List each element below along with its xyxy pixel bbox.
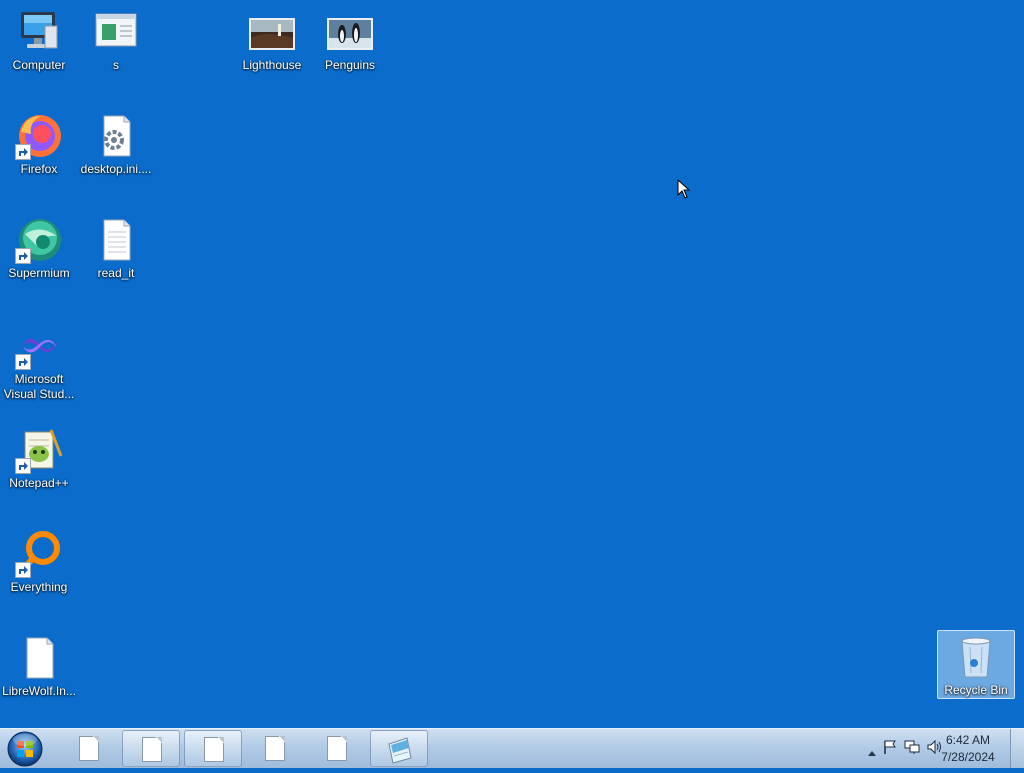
firefox-desktop-icon[interactable]: Firefox <box>1 112 77 177</box>
notepadpp-desktop-icon[interactable]: Notepad++ <box>1 426 77 491</box>
recycle-bin-icon <box>952 633 1000 681</box>
everything-label: Everything <box>10 580 68 594</box>
supermium-desktop-icon[interactable]: Supermium <box>1 216 77 281</box>
notepadpp-icon <box>15 426 63 474</box>
penguins-image-icon <box>326 8 374 56</box>
system-tray: 6:42 AM 7/28/2024 <box>834 729 1024 769</box>
lighthouse-image-icon <box>248 8 296 56</box>
shortcut-arrow-icon <box>15 562 31 578</box>
taskbar-button-document-2[interactable] <box>122 730 180 767</box>
read-it-desktop-icon[interactable]: read_it <box>78 216 154 281</box>
show-hidden-icons-arrow[interactable] <box>868 743 876 761</box>
s-label: s <box>113 58 119 72</box>
taskbar: 6:42 AM 7/28/2024 <box>0 728 1024 768</box>
desktop-ini-label: desktop.ini.... <box>80 162 152 176</box>
recycle-bin-desktop-icon[interactable]: Recycle Bin <box>937 630 1015 699</box>
clock-date: 7/28/2024 <box>941 750 995 764</box>
firefox-icon <box>15 112 63 160</box>
everything-search-icon <box>15 530 63 578</box>
computer-desktop-icon[interactable]: Computer <box>1 8 77 73</box>
shortcut-arrow-icon <box>15 458 31 474</box>
text-document-icon <box>79 736 99 761</box>
text-document-icon <box>204 737 224 762</box>
computer-icon <box>15 8 63 56</box>
network-icon[interactable] <box>904 739 920 760</box>
taskbar-button-document-5[interactable] <box>308 730 366 767</box>
computer-label: Computer <box>12 58 66 72</box>
text-document-icon <box>142 737 162 762</box>
taskbar-button-notepad[interactable] <box>370 730 428 767</box>
shortcut-arrow-icon <box>15 354 31 370</box>
visual-studio-label: Microsoft Visual Stud... <box>3 372 75 401</box>
action-center-flag-icon[interactable] <box>882 739 898 760</box>
taskbar-button-document-4[interactable] <box>246 730 304 767</box>
librewolf-label: LibreWolf.In... <box>2 684 76 698</box>
notepadpp-label: Notepad++ <box>9 476 69 490</box>
notepad-icon <box>385 736 415 769</box>
shortcut-arrow-icon <box>15 248 31 264</box>
librewolf-desktop-icon[interactable]: LibreWolf.In... <box>1 634 77 699</box>
firefox-label: Firefox <box>20 162 58 176</box>
penguins-label: Penguins <box>324 58 376 72</box>
mouse-cursor-icon <box>677 178 691 204</box>
recycle-bin-label: Recycle Bin <box>944 683 1008 697</box>
text-document-icon <box>92 216 140 264</box>
show-desktop-button[interactable] <box>1010 729 1024 768</box>
taskbar-button-document-1[interactable] <box>60 730 118 767</box>
text-document-icon <box>265 736 285 761</box>
desktop-ini-desktop-icon[interactable]: desktop.ini.... <box>78 112 154 177</box>
visual-studio-icon <box>15 322 63 370</box>
penguins-desktop-icon[interactable]: Penguins <box>312 8 388 73</box>
start-button[interactable] <box>5 730 45 768</box>
visual-studio-desktop-icon[interactable]: Microsoft Visual Stud... <box>1 322 77 402</box>
lighthouse-desktop-icon[interactable]: Lighthouse <box>234 8 310 73</box>
s-desktop-icon[interactable]: s <box>78 8 154 73</box>
supermium-icon <box>15 216 63 264</box>
clock-time: 6:42 AM <box>945 733 991 747</box>
blank-document-icon <box>15 634 63 682</box>
everything-desktop-icon[interactable]: Everything <box>1 530 77 595</box>
desktop[interactable]: Computer Firefox Supermium Microsoft Vis… <box>0 0 1024 728</box>
lighthouse-label: Lighthouse <box>242 58 302 72</box>
window-image-icon <box>92 8 140 56</box>
text-document-icon <box>327 736 347 761</box>
read-it-label: read_it <box>97 266 135 280</box>
taskbar-button-document-3[interactable] <box>184 730 242 767</box>
shortcut-arrow-icon <box>15 144 31 160</box>
clock[interactable]: 6:42 AM 7/28/2024 <box>932 732 1004 766</box>
supermium-label: Supermium <box>8 266 70 280</box>
config-file-icon <box>92 112 140 160</box>
